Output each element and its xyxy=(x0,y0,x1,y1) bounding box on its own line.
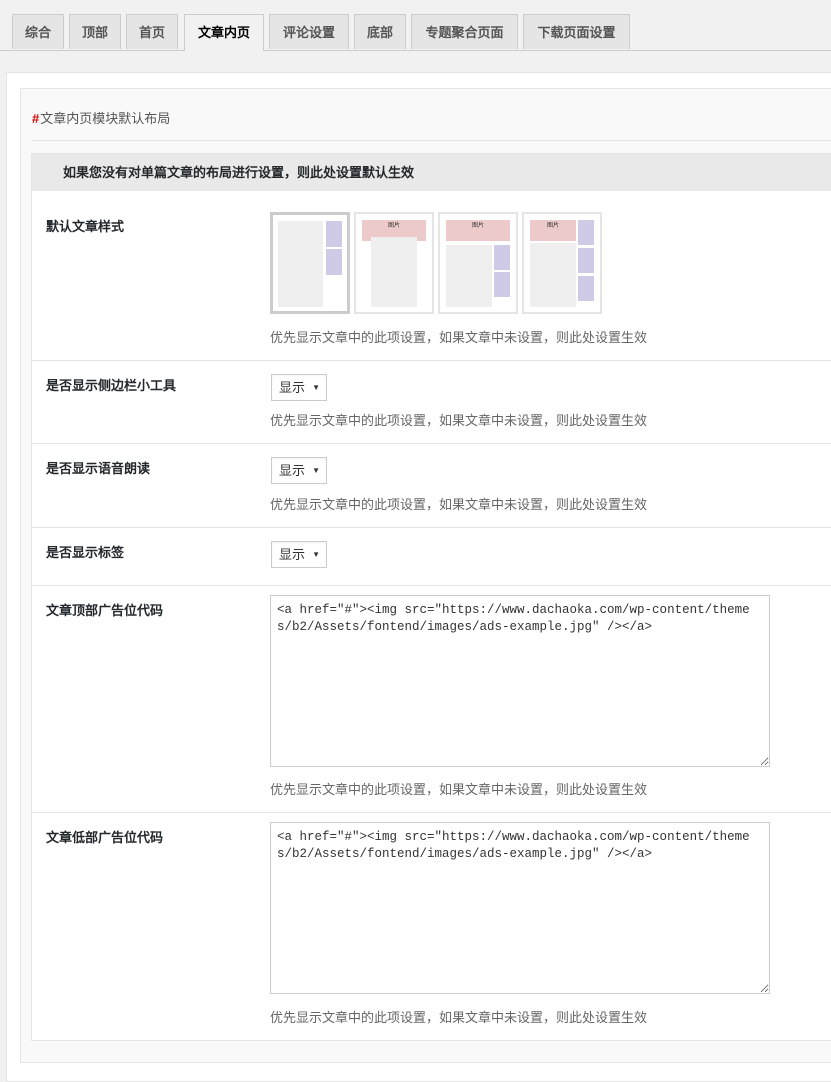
tab-bar: 综合 顶部 首页 文章内页 评论设置 底部 专题聚合页面 下载页面设置 xyxy=(0,0,831,51)
notice-bar: 如果您没有对单篇文章的布局进行设置，则此处设置默认生效 xyxy=(32,154,831,191)
top-ad-label: 文章顶部广告位代码 xyxy=(46,603,164,618)
divider xyxy=(32,360,831,361)
sidebar-desc: 优先显示文章中的此项设置，如果文章中未设置，则此处设置生效 xyxy=(270,413,648,428)
layout-option-2[interactable]: 图片 xyxy=(354,212,434,314)
layout-side-block xyxy=(494,245,510,270)
layout-side-block xyxy=(326,249,342,275)
tab-download-page[interactable]: 下载页面设置 xyxy=(523,14,630,49)
layout-side-block xyxy=(326,221,342,247)
layout-option-1[interactable] xyxy=(270,212,350,314)
layout-main-block xyxy=(530,243,576,307)
layout-image-label: 图片 xyxy=(471,223,484,229)
layout-image-block: 图片 xyxy=(446,220,510,241)
tab-topic-page[interactable]: 专题聚合页面 xyxy=(411,14,518,49)
divider xyxy=(32,140,831,141)
tags-select[interactable]: 显示 ▼ xyxy=(271,541,327,568)
tags-select-value: 显示 xyxy=(279,547,306,562)
tab-footer[interactable]: 底部 xyxy=(354,14,406,49)
section-title: #文章内页模块默认布局 xyxy=(32,108,170,127)
layout-image-block: 图片 xyxy=(530,220,576,241)
layout-side-block xyxy=(494,272,510,297)
layout-main-block xyxy=(278,221,323,307)
style-desc: 优先显示文章中的此项设置，如果文章中未设置，则此处设置生效 xyxy=(270,330,648,345)
voice-select[interactable]: 显示 ▼ xyxy=(271,457,327,484)
bottom-ad-textarea[interactable]: <a href="#"><img src="https://www.dachao… xyxy=(270,822,770,994)
voice-label: 是否显示语音朗读 xyxy=(46,461,151,476)
tab-general[interactable]: 综合 xyxy=(12,14,64,49)
bottom-ad-desc: 优先显示文章中的此项设置，如果文章中未设置，则此处设置生效 xyxy=(270,1010,648,1025)
tab-header[interactable]: 顶部 xyxy=(69,14,121,49)
layout-main-block xyxy=(446,245,492,307)
top-ad-desc: 优先显示文章中的此项设置，如果文章中未设置，则此处设置生效 xyxy=(270,782,648,797)
layout-side-block xyxy=(578,248,594,273)
voice-desc: 优先显示文章中的此项设置，如果文章中未设置，则此处设置生效 xyxy=(270,497,648,512)
sidebar-select-value: 显示 xyxy=(279,380,306,395)
layout-option-3[interactable]: 图片 xyxy=(438,212,518,314)
voice-select-value: 显示 xyxy=(279,463,306,478)
top-ad-textarea[interactable]: <a href="#"><img src="https://www.dachao… xyxy=(270,595,770,767)
section-hash: # xyxy=(32,111,40,126)
style-label: 默认文章样式 xyxy=(46,219,125,234)
sidebar-select[interactable]: 显示 ▼ xyxy=(271,374,327,401)
tab-comments[interactable]: 评论设置 xyxy=(269,14,349,49)
layout-image-label: 图片 xyxy=(546,223,559,229)
layout-side-block xyxy=(578,220,594,245)
layout-option-4[interactable]: 图片 xyxy=(522,212,602,314)
tab-article-page[interactable]: 文章内页 xyxy=(184,14,264,51)
dropdown-arrow-icon: ▼ xyxy=(312,550,320,559)
bottom-ad-label: 文章低部广告位代码 xyxy=(46,830,164,845)
dropdown-arrow-icon: ▼ xyxy=(312,466,320,475)
tags-label: 是否显示标签 xyxy=(46,545,125,560)
layout-main-block xyxy=(371,237,417,307)
divider xyxy=(32,443,831,444)
dropdown-arrow-icon: ▼ xyxy=(312,383,320,392)
divider xyxy=(32,585,831,586)
tab-home[interactable]: 首页 xyxy=(126,14,178,49)
layout-side-block xyxy=(578,276,594,301)
divider xyxy=(32,812,831,813)
layout-image-label: 图片 xyxy=(387,223,400,229)
sidebar-label: 是否显示侧边栏小工具 xyxy=(46,378,177,393)
divider xyxy=(32,527,831,528)
section-title-text: 文章内页模块默认布局 xyxy=(40,111,171,126)
